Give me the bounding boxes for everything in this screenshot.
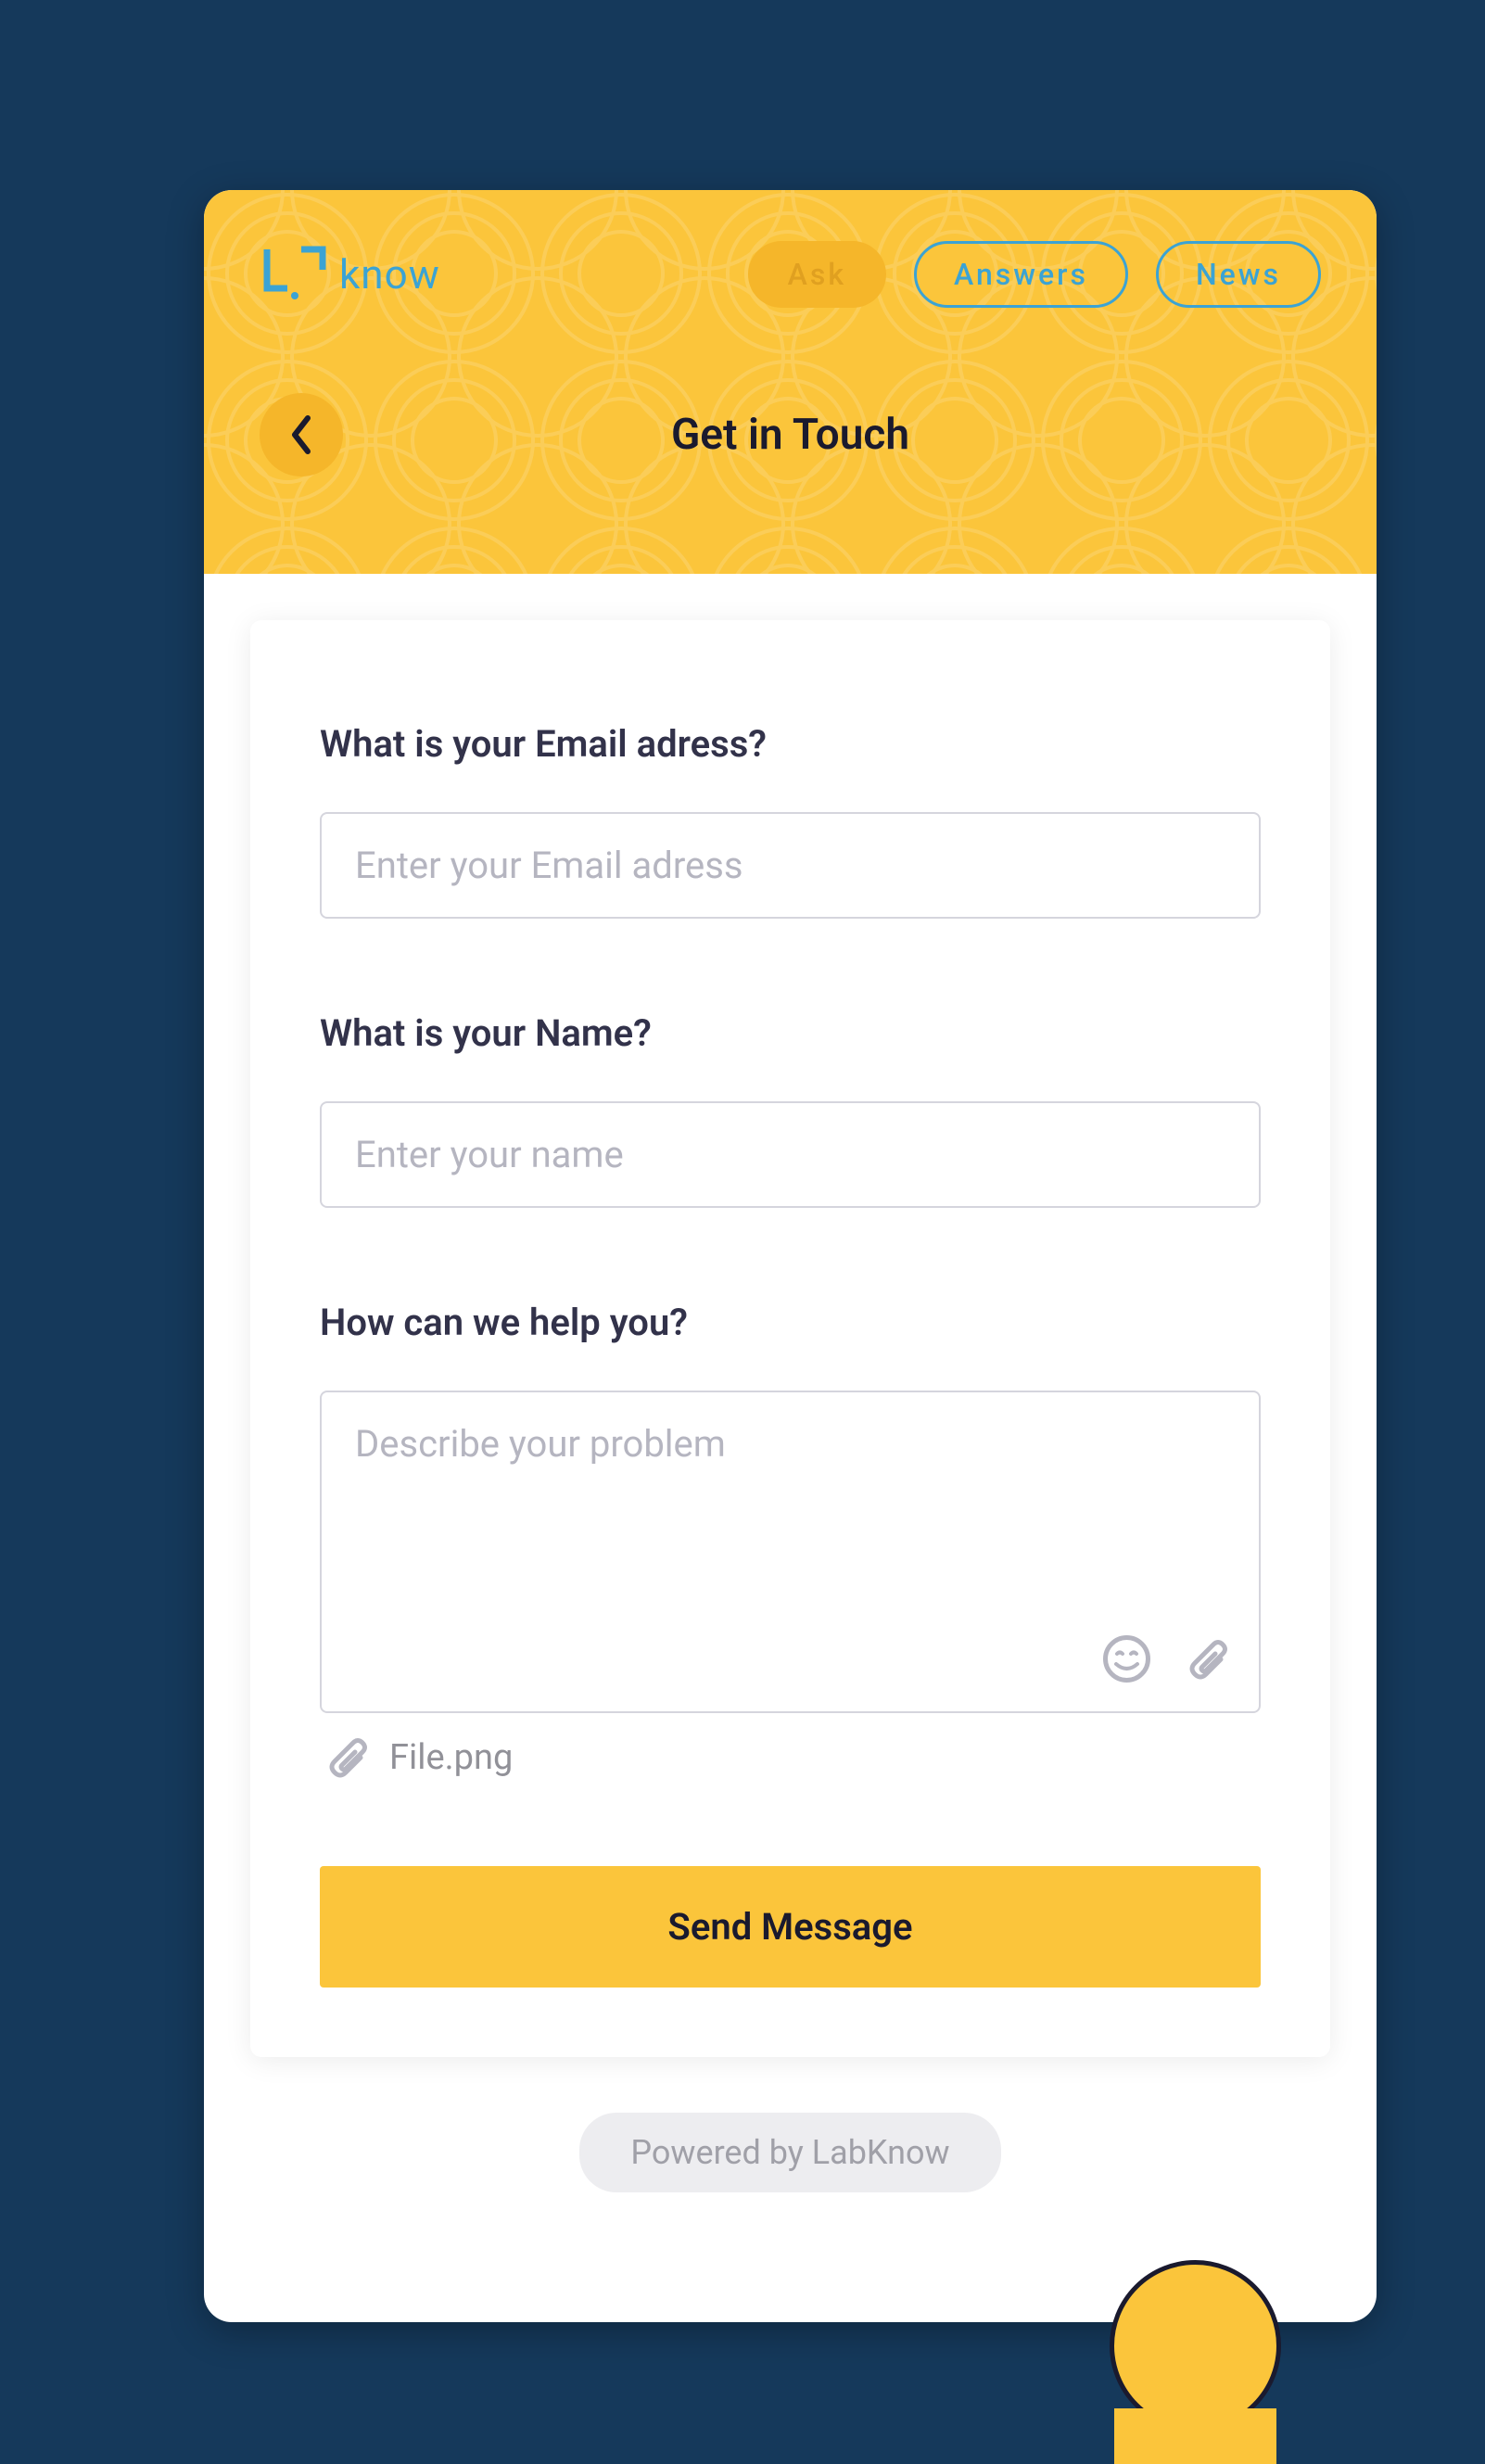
name-label: What is your Name? xyxy=(320,1011,1261,1055)
header-top-row: know Ask Answers News xyxy=(260,241,1321,308)
message-input-wrap xyxy=(320,1391,1261,1713)
back-button[interactable] xyxy=(260,393,343,476)
floating-action-button[interactable] xyxy=(1110,2260,1281,2432)
help-label: How can we help you? xyxy=(320,1301,1261,1344)
logo-mark-icon xyxy=(260,242,328,307)
logo-text: know xyxy=(339,250,440,298)
emoji-icon xyxy=(1101,1633,1152,1684)
contact-form-card: What is your Email adress? What is your … xyxy=(250,620,1330,2057)
chevron-left-icon xyxy=(287,413,315,457)
contact-widget: know Ask Answers News Get in Touch What … xyxy=(204,190,1377,2322)
attach-button[interactable] xyxy=(1180,1633,1231,1688)
brand-logo: know xyxy=(260,242,440,307)
name-input[interactable] xyxy=(320,1101,1261,1208)
attachment-row[interactable]: File.png xyxy=(320,1732,1261,1783)
powered-by-badge[interactable]: Powered by LabKnow xyxy=(579,2113,1000,2192)
widget-header: know Ask Answers News Get in Touch xyxy=(204,190,1377,574)
email-label: What is your Email adress? xyxy=(320,722,1261,766)
paperclip-icon xyxy=(320,1732,371,1783)
nav-tab-answers[interactable]: Answers xyxy=(914,241,1128,308)
send-message-button[interactable]: Send Message xyxy=(320,1866,1261,1988)
title-row: Get in Touch xyxy=(260,410,1321,460)
textarea-toolbar xyxy=(1101,1633,1231,1688)
paperclip-icon xyxy=(1180,1633,1231,1684)
attachment-filename: File.png xyxy=(389,1737,513,1778)
nav-tab-news[interactable]: News xyxy=(1156,241,1321,308)
emoji-button[interactable] xyxy=(1101,1633,1152,1688)
nav-tab-ask[interactable]: Ask xyxy=(748,241,886,308)
page-title: Get in Touch xyxy=(260,410,1321,460)
fab-base xyxy=(1114,2408,1276,2464)
email-input[interactable] xyxy=(320,812,1261,919)
